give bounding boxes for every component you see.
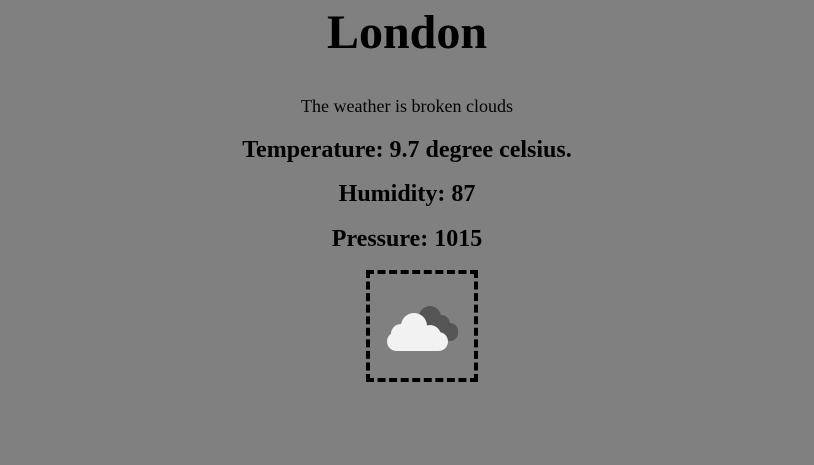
weather-description: The weather is broken clouds	[301, 96, 513, 116]
pressure-readout: Pressure: 1015	[331, 226, 483, 252]
humidity-readout: Humidity: 87	[338, 181, 476, 207]
weather-icon-frame	[366, 270, 478, 382]
city-name: London	[326, 6, 488, 59]
temperature-readout: Temperature: 9.7 degree celsius.	[242, 137, 572, 163]
